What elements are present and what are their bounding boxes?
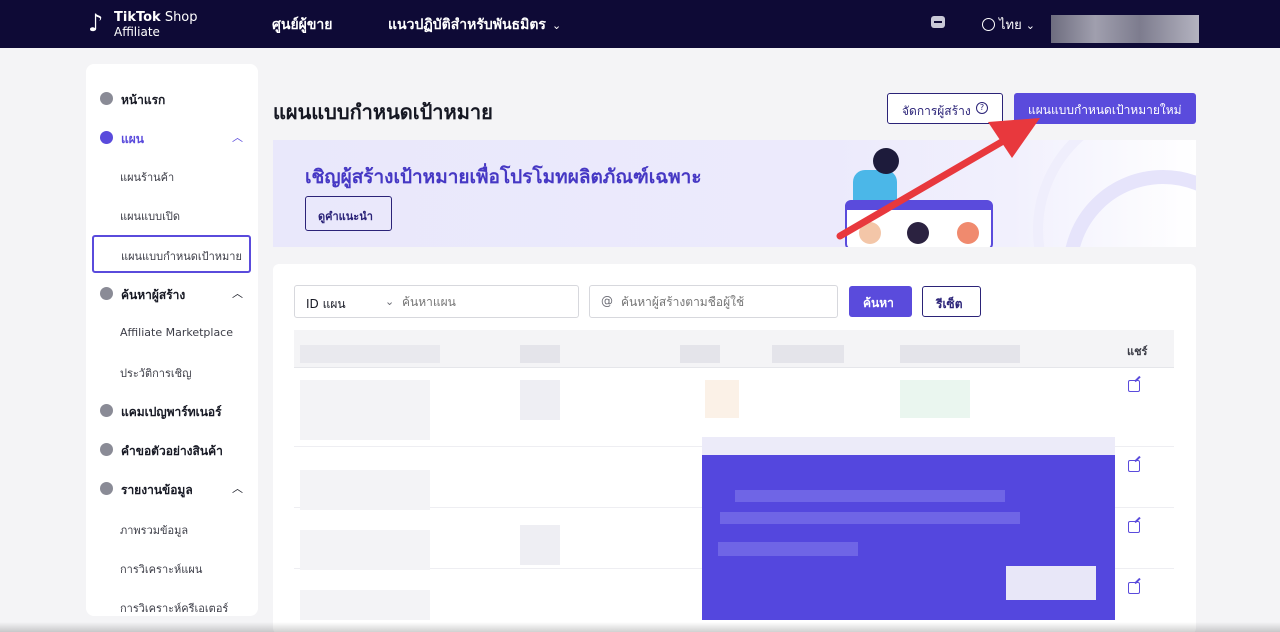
sidebar-item-creator-analysis[interactable]: การวิเคราะห์ครีเอเตอร์ <box>120 599 228 616</box>
illustration-avatar <box>957 222 979 244</box>
sidebar-item-invitation-history[interactable]: ประวัติการเชิญ <box>120 364 191 382</box>
redacted-cell <box>300 530 430 570</box>
nav-seller-center[interactable]: ศูนย์ผู้ขาย <box>272 14 333 36</box>
search-creator-icon <box>100 287 113 300</box>
chart-icon <box>100 482 113 495</box>
redacted-cell <box>705 380 739 418</box>
illustration-avatar <box>907 222 929 244</box>
nav-partner-guide[interactable]: แนวปฏิบัติสำหรับพันธมิตร ⌄ <box>388 14 561 36</box>
redacted-text <box>718 542 858 556</box>
top-navigation-bar: ♪ TikTok Shop Affiliate ศูนย์ผู้ขาย แนวป… <box>0 0 1280 48</box>
sidebar-item-label: คำขอตัวอย่างสินค้า <box>121 444 223 458</box>
sidebar-item-open-plan[interactable]: แผนแบบเปิด <box>120 207 180 225</box>
manage-creators-button[interactable]: จัดการผู้สร้าง ? <box>887 93 1003 124</box>
redacted-cell <box>520 525 560 565</box>
button-label: จัดการผู้สร้าง <box>902 104 971 118</box>
sidebar-item-sample-requests[interactable]: คำขอตัวอย่างสินค้า <box>86 439 258 461</box>
sidebar: หน้าแรก แผน ︿ แผนร้านค้า แผนแบบเปิด แผนแ… <box>86 64 258 616</box>
plan-search-field[interactable]: ID แผน ⌄ <box>294 285 579 318</box>
redacted-text <box>735 490 1005 502</box>
new-targeted-plan-button[interactable]: แผนแบบกำหนดเป้าหมายใหม่ <box>1014 93 1196 124</box>
creator-search-input[interactable] <box>621 295 831 309</box>
redacted-cell <box>300 590 430 620</box>
globe-icon <box>982 18 995 31</box>
sidebar-item-partner-campaign[interactable]: แคมเปญพาร์ทเนอร์ <box>86 400 258 422</box>
sidebar-item-plan-analysis[interactable]: การวิเคราะห์แผน <box>120 560 202 578</box>
box-icon <box>100 443 113 456</box>
reset-button[interactable]: รีเซ็ต <box>922 286 981 317</box>
sidebar-item-label: หน้าแรก <box>121 93 166 107</box>
window-edge-shadow <box>0 622 1280 632</box>
button-label: รีเซ็ต <box>936 297 963 311</box>
redacted-button <box>1006 566 1096 600</box>
plan-search-input[interactable] <box>402 295 572 309</box>
sidebar-item-label: แผน <box>121 132 144 146</box>
redacted-header <box>772 345 844 363</box>
button-label: ค้นหา <box>863 296 894 310</box>
sidebar-item-affiliate-marketplace[interactable]: Affiliate Marketplace <box>120 326 233 339</box>
button-label: แผนแบบกำหนดเป้าหมายใหม่ <box>1028 103 1182 117</box>
redacted-cell <box>300 470 430 510</box>
plan-icon <box>100 131 113 144</box>
sidebar-item-home[interactable]: หน้าแรก <box>86 88 258 110</box>
sidebar-item-data-overview[interactable]: ภาพรวมข้อมูล <box>120 521 188 539</box>
redacted-header <box>520 345 560 363</box>
redacted-text <box>720 512 1020 524</box>
at-icon: @ <box>601 294 613 308</box>
share-link-icon[interactable] <box>1128 460 1140 472</box>
page-title: แผนแบบกำหนดเป้าหมาย <box>273 100 493 124</box>
plan-id-select[interactable]: ID แผน <box>306 295 346 314</box>
account-menu-blurred[interactable] <box>1051 15 1199 43</box>
illustration-window-bar <box>847 202 991 210</box>
redacted-cell <box>702 437 1115 455</box>
tiktok-logo-icon: ♪ <box>88 9 104 37</box>
sidebar-item-data-reports[interactable]: รายงานข้อมูล ︿ <box>86 478 258 500</box>
sidebar-item-label: รายงานข้อมูล <box>121 483 193 497</box>
chevron-down-icon: ⌄ <box>1025 19 1035 32</box>
share-link-icon[interactable] <box>1128 582 1140 594</box>
tiktok-shop-affiliate-logo[interactable]: ♪ TikTok Shop Affiliate <box>88 8 208 40</box>
redacted-cell <box>520 380 560 420</box>
sidebar-item-plans[interactable]: แผน ︿ <box>86 127 258 149</box>
chevron-up-icon: ︿ <box>232 287 243 300</box>
share-link-icon[interactable] <box>1128 380 1140 392</box>
sidebar-item-shop-plan[interactable]: แผนร้านค้า <box>120 168 174 186</box>
illustration-avatar <box>859 222 881 244</box>
shield-icon <box>100 404 113 417</box>
message-icon[interactable] <box>931 16 945 28</box>
button-label: ดูคำแนะนำ <box>318 210 373 223</box>
chevron-up-icon: ︿ <box>232 482 243 495</box>
help-icon[interactable]: ? <box>976 102 988 114</box>
sidebar-item-label: ค้นหาผู้สร้าง <box>121 288 186 302</box>
view-guide-button[interactable]: ดูคำแนะนำ <box>305 196 392 231</box>
chevron-down-icon: ⌄ <box>551 19 562 32</box>
logo-affiliate-text: Affiliate <box>114 25 160 39</box>
promo-banner: เชิญผู้สร้างเป้าหมายเพื่อโปรโมทผลิตภัณฑ์… <box>273 140 1196 247</box>
search-button[interactable]: ค้นหา <box>849 286 912 317</box>
language-selector[interactable]: ไทย ⌄ <box>982 14 1035 35</box>
redacted-cell <box>300 380 430 440</box>
home-icon <box>100 92 113 105</box>
chevron-down-icon: ⌄ <box>385 295 395 308</box>
illustration-person-head <box>873 148 899 174</box>
sidebar-item-label: แผนแบบกำหนดเป้าหมาย <box>121 250 242 263</box>
sidebar-item-targeted-plan[interactable]: แผนแบบกำหนดเป้าหมาย <box>92 235 251 273</box>
sidebar-item-find-creators[interactable]: ค้นหาผู้สร้าง ︿ <box>86 283 258 305</box>
redacted-header <box>680 345 720 363</box>
chevron-up-icon: ︿ <box>232 131 243 144</box>
banner-title: เชิญผู้สร้างเป้าหมายเพื่อโปรโมทผลิตภัณฑ์… <box>305 166 702 188</box>
share-link-icon[interactable] <box>1128 521 1140 533</box>
table-header-share: แชร์ <box>1127 345 1148 358</box>
redacted-cell <box>900 380 970 418</box>
creator-search-field[interactable]: @ <box>589 285 838 318</box>
redacted-header <box>300 345 440 363</box>
sidebar-item-label: แคมเปญพาร์ทเนอร์ <box>121 405 222 419</box>
redacted-header <box>900 345 1020 363</box>
logo-brand-text: TikTok Shop <box>114 10 198 25</box>
